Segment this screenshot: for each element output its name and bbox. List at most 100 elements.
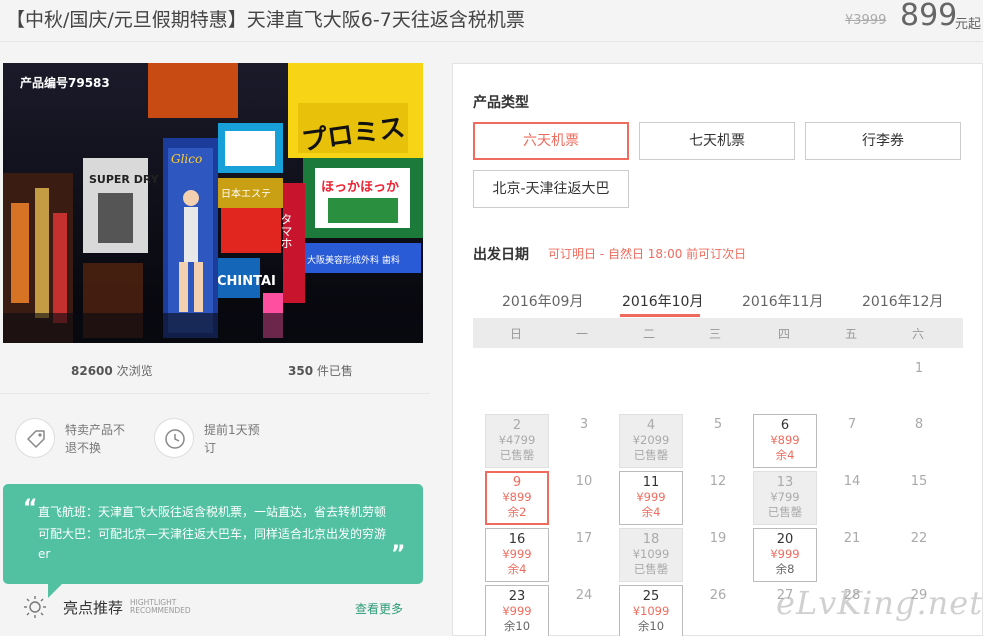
sign-esthe: 日本エステ (221, 187, 271, 200)
day-price: ¥1099 (632, 604, 670, 618)
day-status: 余4 (507, 562, 527, 576)
day-price: ¥899 (502, 490, 532, 504)
calendar-day-1: 1 (914, 361, 924, 376)
product-stats: 82600 次浏览 350 件已售 (0, 344, 430, 394)
type-option-bus[interactable]: 北京-天津往返大巴 (473, 170, 629, 208)
calendar-day-19: 19 (709, 531, 727, 546)
day-price: ¥999 (502, 604, 532, 618)
day-status: 已售罄 (499, 448, 535, 462)
quote-close: ” (391, 542, 406, 567)
calendar-day-20[interactable]: 20 ¥999 余8 (753, 528, 817, 582)
calendar-day-16[interactable]: 16 ¥999 余4 (485, 528, 549, 582)
sign-glico: Glico (171, 152, 202, 166)
price-unit: 元起 (955, 17, 982, 32)
calendar-day-4: 4 ¥2099 已售罄 (619, 414, 683, 468)
calendar-day-14: 14 (843, 474, 861, 489)
departure-date-label: 出发日期 (473, 247, 529, 263)
sign-hokka: ほっかほっか (321, 180, 399, 195)
day-status: 已售罄 (633, 562, 669, 576)
feature-book-ahead: 提前1天预订 (204, 423, 260, 455)
day-status: 已售罄 (633, 448, 669, 462)
day-number: 9 (512, 475, 522, 490)
weekday-wed: 三 (708, 327, 721, 341)
highlight-line-1: 直飞航班：天津直飞大阪往返含税机票，一站直达，省去转机劳顿 (38, 505, 387, 519)
month-tab-nov[interactable]: 2016年11月 (742, 291, 823, 311)
weekday-sat: 六 (911, 327, 924, 341)
calendar-day-7: 7 (847, 417, 857, 432)
views-count: 82600 次浏览 (71, 364, 153, 378)
title-bar: 【中秋/国庆/元旦假期特惠】天津直飞大阪6-7天往返含税机票 ¥3999 899… (0, 0, 983, 42)
clock-icon (154, 418, 194, 458)
day-status: 已售罄 (767, 505, 803, 519)
booking-note: 可订明日 - 自然日 18:00 前可订次日 (548, 247, 747, 261)
sale-price: 899 (900, 0, 958, 33)
calendar-day-24: 24 (575, 588, 593, 603)
product-image[interactable]: 产品编号79583 プロミス ほっかほっか CHINTAI 大阪美容形成外科 歯… (3, 63, 423, 343)
calendar-day-3: 3 (579, 417, 589, 432)
day-number: 25 (642, 589, 660, 604)
month-tab-oct[interactable]: 2016年10月 (622, 291, 703, 311)
day-price: ¥799 (770, 490, 800, 504)
sign-super-dry: SUPER DRY (89, 173, 160, 186)
view-more-link[interactable]: 查看更多 (355, 600, 403, 617)
type-option-seven-day[interactable]: 七天机票 (639, 122, 795, 160)
weekday-sun: 日 (509, 327, 522, 341)
calendar-day-25[interactable]: 25 ¥1099 余10 (619, 585, 683, 636)
weekday-fri: 五 (844, 327, 857, 341)
highlight-title: 亮点推荐 (63, 599, 124, 617)
day-status: 余4 (775, 448, 795, 462)
calendar-day-15: 15 (910, 474, 928, 489)
day-status: 余8 (775, 562, 795, 576)
calendar-day-6[interactable]: 6 ¥899 余4 (753, 414, 817, 468)
calendar-day-13: 13 ¥799 已售罄 (753, 471, 817, 525)
weekday-thu: 四 (777, 327, 790, 341)
day-number: 6 (780, 418, 790, 433)
product-title: 【中秋/国庆/元旦假期特惠】天津直飞大阪6-7天往返含税机票 (6, 9, 525, 31)
calendar-day-11[interactable]: 11 ¥999 余4 (619, 471, 683, 525)
highlight-bubble: “ 直飞航班：天津直飞大阪往返含税机票，一站直达，省去转机劳顿 可配大巴：可配北… (3, 484, 423, 584)
day-number: 16 (508, 532, 526, 547)
product-type-label: 产品类型 (473, 95, 529, 111)
day-number: 2 (512, 418, 522, 433)
month-tab-dec[interactable]: 2016年12月 (862, 291, 943, 311)
day-price: ¥999 (770, 547, 800, 561)
calendar-day-17: 17 (575, 531, 593, 546)
calendar-day-8: 8 (914, 417, 924, 432)
calendar-day-12: 12 (709, 474, 727, 489)
calendar-day-26: 26 (709, 588, 727, 603)
sold-count: 350 件已售 (288, 364, 353, 378)
weekday-tue: 二 (642, 327, 655, 341)
type-option-baggage[interactable]: 行李券 (805, 122, 961, 160)
day-status: 余10 (637, 619, 665, 633)
product-id: 产品编号79583 (20, 76, 110, 90)
neon-signs-illustration: プロミス ほっかほっか CHINTAI 大阪美容形成外科 歯科 タマホ SUPE… (3, 63, 423, 343)
calendar-day-18: 18 ¥1099 已售罄 (619, 528, 683, 582)
month-tab-sep[interactable]: 2016年09月 (502, 291, 583, 311)
type-option-six-day[interactable]: 六天机票 (473, 122, 629, 160)
day-price: ¥999 (636, 490, 666, 504)
calendar-day-21: 21 (843, 531, 861, 546)
selected-month-indicator (620, 314, 700, 317)
calendar-day-22: 22 (910, 531, 928, 546)
weekday-mon: 一 (575, 327, 588, 341)
day-status: 余4 (641, 505, 661, 519)
calendar-day-9[interactable]: 9 ¥899 余2 (485, 471, 549, 525)
bubble-tail (48, 584, 62, 598)
day-number: 13 (776, 475, 794, 490)
sign-clinic: 大阪美容形成外科 歯科 (307, 254, 400, 266)
sign-chintai: CHINTAI (217, 274, 276, 289)
calendar-day-23[interactable]: 23 ¥999 余10 (485, 585, 549, 636)
day-number: 11 (642, 475, 660, 490)
highlight-line-2: 可配大巴：可配北京—天津往返大巴车，同样适合北京出发的穷游 (38, 527, 387, 541)
feature-no-refund: 特卖产品不 退不换 (65, 423, 126, 455)
day-number: 20 (776, 532, 794, 547)
highlight-title-en: HIGHTLIGHT RECOMMENDED (130, 598, 191, 615)
day-price: ¥2099 (632, 433, 670, 447)
day-status: 余2 (507, 505, 527, 519)
day-number: 18 (642, 532, 660, 547)
original-price: ¥3999 (845, 13, 887, 28)
day-price: ¥4799 (498, 433, 536, 447)
calendar-day-5: 5 (713, 417, 723, 432)
day-status: 余10 (503, 619, 531, 633)
sign-tamaho: タマホ (279, 213, 293, 249)
